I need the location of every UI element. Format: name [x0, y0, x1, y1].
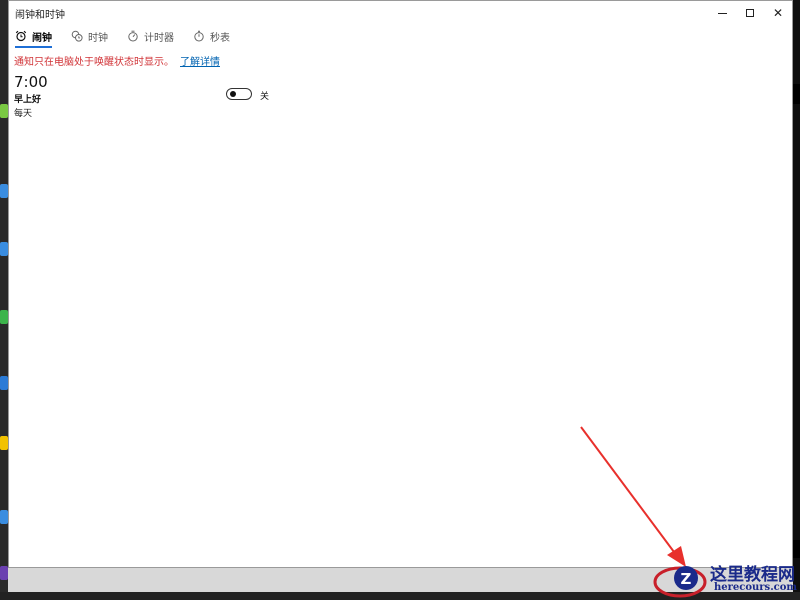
alarm-name: 早上好 [14, 95, 42, 105]
close-button[interactable]: ✕ [763, 1, 793, 25]
alarm-toggle-label: 关 [260, 92, 270, 102]
desktop-icon [0, 510, 8, 524]
desktop-icon [0, 566, 8, 580]
close-icon: ✕ [772, 6, 784, 20]
window-title: 闹钟和时钟 [15, 10, 65, 21]
tab-alarm-label: 闹钟 [32, 32, 52, 44]
tab-clock-label: 时钟 [88, 32, 108, 44]
desktop-right-strip [793, 0, 800, 600]
minimize-button[interactable] [707, 1, 737, 25]
alarm-item[interactable]: 7:00 早上好 每天 [14, 73, 48, 119]
title-bar[interactable]: 闹钟和时钟 ✕ [9, 1, 792, 25]
tab-timer[interactable]: 计时器 [127, 25, 174, 47]
watermark-logo-icon: Z [653, 566, 707, 598]
desktop-icon [0, 104, 8, 118]
timer-icon [128, 30, 138, 42]
alarm-toggle[interactable] [226, 88, 252, 100]
tab-bar: 闹钟 时钟 计时器 秒表 [9, 25, 792, 48]
tab-stopwatch-label: 秒表 [210, 32, 230, 44]
tab-clock[interactable]: 时钟 [71, 25, 108, 47]
svg-text:Z: Z [681, 570, 692, 588]
stopwatch-icon [194, 30, 204, 42]
tab-stopwatch[interactable]: 秒表 [193, 25, 230, 47]
desktop-edge-block [793, 84, 800, 104]
alarm-repeat: 每天 [14, 109, 33, 119]
learn-more-link[interactable]: 了解详情 [180, 57, 220, 68]
desktop-icon [0, 436, 8, 450]
desktop-icon [0, 310, 8, 324]
maximize-button[interactable] [735, 1, 765, 25]
desktop-left-strip [0, 0, 8, 600]
desktop-icon [0, 242, 8, 256]
app-window: 闹钟和时钟 ✕ 闹钟 时钟 计时器 秒表 通知只在电脑处于唤醒状态时显示。 了解… [8, 0, 793, 568]
desktop-icon [0, 376, 8, 390]
world-clock-icon [71, 30, 83, 42]
desktop-icon [0, 184, 8, 198]
minimize-icon [717, 12, 727, 14]
toggle-knob [230, 91, 236, 97]
notification-notice: 通知只在电脑处于唤醒状态时显示。 了解详情 [14, 53, 220, 68]
notice-text: 通知只在电脑处于唤醒状态时显示。 [14, 57, 174, 68]
tab-alarm[interactable]: 闹钟 [15, 25, 52, 48]
tab-timer-label: 计时器 [144, 32, 174, 44]
alarm-clock-icon [15, 30, 27, 42]
maximize-icon [746, 9, 754, 17]
watermark: Z 这里教程网 herecours.com [652, 552, 800, 600]
alarm-time: 7:00 [14, 73, 48, 91]
watermark-domain: herecours.com [714, 582, 798, 593]
